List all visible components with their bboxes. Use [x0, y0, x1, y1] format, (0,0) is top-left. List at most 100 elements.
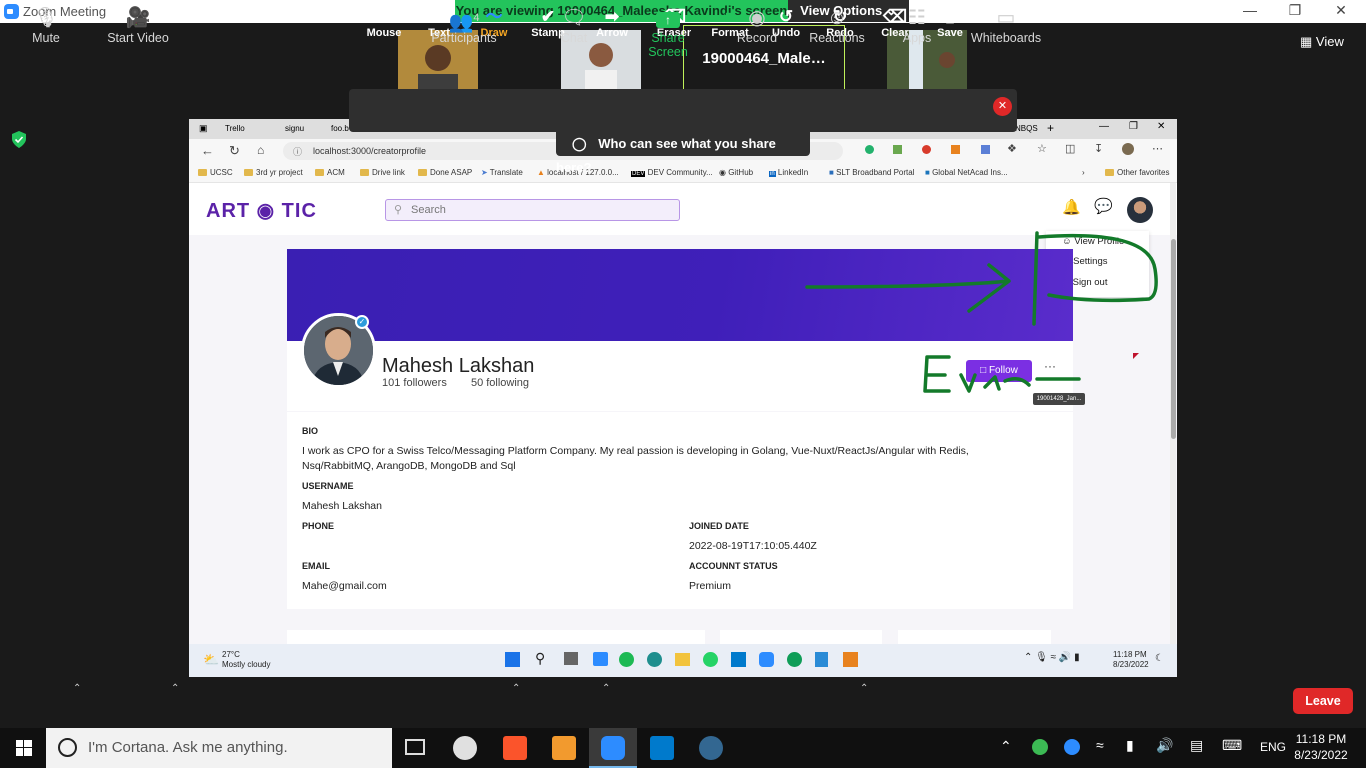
zoom-logo-icon: [4, 4, 19, 19]
weather-desc: Mostly cloudy: [222, 660, 271, 669]
chat-icon: 🗨: [561, 7, 587, 29]
chat-button[interactable]: 🗨 Chat: [555, 6, 593, 45]
tray-icons[interactable]: ⌃ 🎙 ≈ 🔊 ▮: [1024, 652, 1080, 663]
chevron-up-icon[interactable]: ⌃: [860, 683, 868, 694]
cortana-search-box[interactable]: I'm Cortana. Ask me anything.: [46, 728, 392, 768]
chevron-up-icon[interactable]: ⌃: [512, 683, 520, 694]
mail-icon[interactable]: [593, 652, 608, 666]
start-video-button[interactable]: 🎥 Start Video: [104, 6, 172, 45]
vscode-taskbar-icon[interactable]: [650, 736, 674, 760]
control-label: Reactions: [809, 31, 865, 45]
zoom-control-bar: [0, 677, 1366, 728]
pdf-app-icon[interactable]: [552, 736, 576, 760]
video-off-icon: 🎥: [125, 7, 151, 29]
tray-overflow-icon[interactable]: ⌃: [1000, 738, 1012, 755]
leave-button[interactable]: Leave: [1293, 688, 1353, 714]
keyboard-icon[interactable]: ⌨: [1222, 737, 1242, 754]
chevron-up-icon[interactable]: ⌃: [602, 683, 610, 694]
battery-icon[interactable]: ▮: [1126, 737, 1134, 754]
whiteboard-icon: ▭: [996, 7, 1016, 29]
restore-button[interactable]: ❐: [1283, 2, 1307, 20]
mute-button[interactable]: 🎙 Mute: [28, 6, 64, 45]
volume-icon[interactable]: 🔊: [1156, 737, 1173, 754]
control-label: Apps: [902, 31, 932, 45]
cloud-tray-icon[interactable]: [1064, 739, 1080, 755]
zoom-taskbar-icon: [601, 736, 625, 760]
wifi-icon[interactable]: ≈: [1096, 737, 1104, 753]
notepad-icon[interactable]: [815, 652, 828, 667]
remote-windows-taskbar: ⛅ 27°C Mostly cloudy ⚲ ⌃ 🎙 ≈ 🔊 ▮ 11:18 P…: [189, 644, 1177, 677]
whatsapp-icon[interactable]: [703, 652, 718, 667]
weather-icon: ⛅: [203, 652, 220, 667]
brave-browser-icon[interactable]: [503, 736, 527, 760]
file-explorer-icon[interactable]: [675, 653, 690, 666]
share-screen-button[interactable]: ↑ Share Screen: [630, 6, 706, 59]
remote-clock-time: 11:18 PM: [1113, 650, 1147, 659]
close-annotation-button[interactable]: ✕: [993, 97, 1012, 116]
vscode-icon[interactable]: [731, 652, 746, 667]
whiteboards-button[interactable]: ▭ Whiteboards: [970, 6, 1042, 45]
remote-clock-date: 8/23/2022: [1113, 660, 1149, 669]
cortana-placeholder: I'm Cortana. Ask me anything.: [88, 739, 288, 756]
cortana-circle-icon: [58, 738, 77, 757]
taskbar-zoom-active[interactable]: [589, 728, 637, 768]
participants-button[interactable]: 👥4 Participants: [430, 6, 498, 45]
tool-mouse[interactable]: ↖ Mouse: [356, 7, 412, 39]
spotify-icon[interactable]: [619, 652, 634, 667]
annotation-toolbar: [349, 89, 1017, 132]
apps-grid-icon: ☷: [908, 7, 926, 29]
tool-label: Arrow: [596, 27, 628, 39]
control-label: Whiteboards: [970, 31, 1042, 45]
postgresql-icon[interactable]: [699, 736, 723, 760]
share-screen-icon: ↑: [630, 6, 706, 31]
close-window-button[interactable]: ✕: [1329, 2, 1353, 20]
microphone-icon: 🎙: [33, 7, 59, 29]
tool-label: Mouse: [366, 27, 402, 39]
zoom-app-icon[interactable]: [759, 652, 774, 667]
record-button[interactable]: ◉ Record: [736, 6, 778, 45]
task-view-icon[interactable]: [405, 739, 425, 755]
grid-icon: ▦: [1300, 34, 1313, 49]
utorrent-tray-icon[interactable]: [1032, 739, 1048, 755]
user-lock-icon: ◯: [572, 136, 587, 151]
control-label: Start Video: [107, 31, 169, 45]
moon-icon[interactable]: ☾: [1155, 653, 1164, 664]
security-shield-icon: [11, 131, 27, 148]
windows-start-icon[interactable]: [16, 740, 32, 761]
remote-cursor-icon: [1133, 353, 1139, 359]
reactions-smiley-icon: ☺: [826, 7, 848, 29]
mouse-pointer-icon: ↖: [376, 7, 392, 26]
metamask-icon[interactable]: [843, 652, 858, 667]
search-icon[interactable]: ⚲: [535, 650, 545, 667]
reactions-button[interactable]: ☺ Reactions: [808, 6, 866, 45]
clock-date: 8/23/2022: [1294, 748, 1348, 762]
weather-temp: 27°C: [222, 650, 240, 659]
windows-taskbar: I'm Cortana. Ask me anything. ⌃ ≈ ▮ 🔊 ▤ …: [0, 728, 1366, 768]
control-label: Record: [736, 31, 778, 45]
clock-time: 11:18 PM: [1295, 732, 1347, 746]
chevron-up-icon[interactable]: ⌃: [73, 683, 81, 694]
system-clock[interactable]: 11:18 PM 8/23/2022: [1290, 731, 1352, 763]
control-label: Mute: [32, 31, 60, 45]
who-can-see-banner[interactable]: ◯ Who can see what you share here?: [556, 132, 810, 175]
participants-count: 4: [473, 12, 480, 24]
task-view-icon[interactable]: [564, 652, 578, 665]
chrome-icon[interactable]: [787, 652, 802, 667]
start-icon[interactable]: [505, 652, 520, 667]
control-label: Participants: [431, 31, 497, 45]
notes-tray-icon[interactable]: ▤: [1190, 737, 1203, 754]
record-icon: ◉: [748, 7, 766, 29]
edge-icon[interactable]: [647, 652, 662, 667]
snipping-tool-icon[interactable]: [453, 736, 477, 760]
control-label: Share Screen: [648, 31, 688, 59]
annotation-drawing: [805, 231, 1158, 393]
view-label: View: [1315, 34, 1344, 49]
view-button[interactable]: ▦ View: [1300, 34, 1344, 50]
minimize-button[interactable]: —: [1238, 2, 1262, 20]
participants-icon: 👥4: [448, 11, 480, 34]
shared-browser-window: ▣ Trello signu foo.b NBQS + — ❐ ✕ ← ↻ ⌂ …: [189, 119, 1177, 644]
apps-button[interactable]: ☷ Apps: [900, 6, 934, 45]
tool-label: Save: [937, 27, 963, 39]
chevron-up-icon[interactable]: ⌃: [171, 683, 179, 694]
input-language[interactable]: ENG: [1260, 740, 1286, 754]
